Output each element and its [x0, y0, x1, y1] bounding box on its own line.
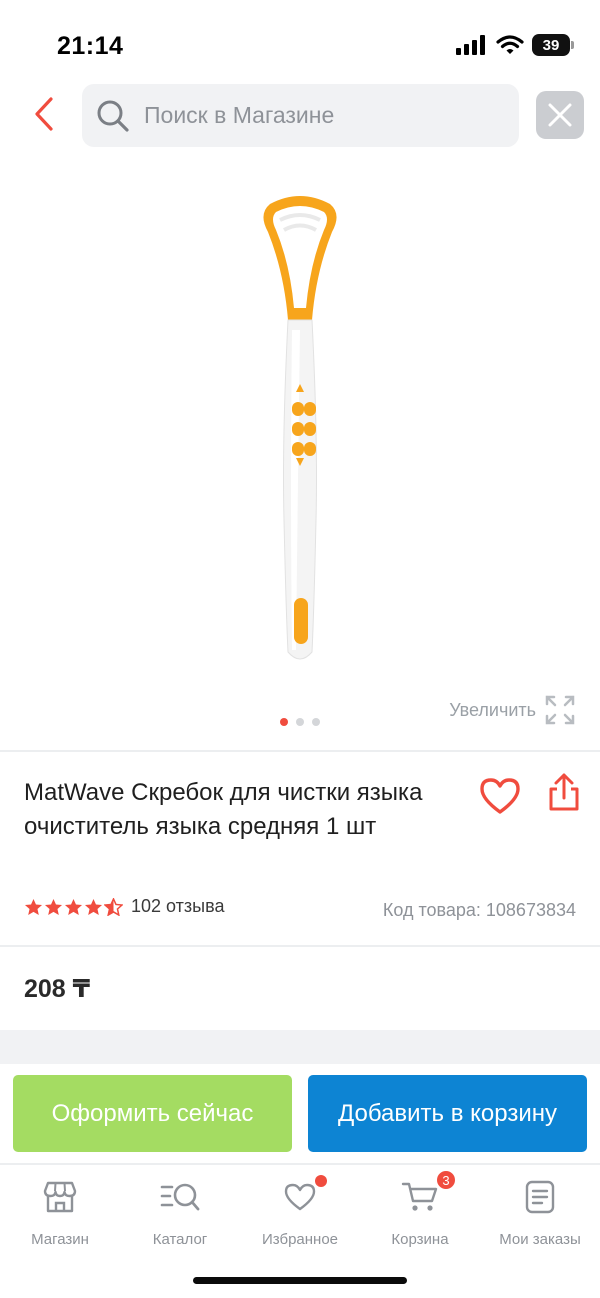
nav-item-favorites[interactable]: Избранное [240, 1175, 360, 1248]
star-half-icon [104, 897, 123, 916]
expand-icon [545, 695, 575, 725]
search-box[interactable] [82, 84, 519, 147]
product-image [263, 196, 337, 660]
close-icon [548, 103, 572, 127]
status-bar: 21:14 39 [0, 0, 600, 80]
header [0, 80, 600, 152]
share-icon [549, 773, 579, 811]
status-icons: 39 [456, 34, 574, 56]
search-icon [97, 100, 129, 132]
orders-icon [525, 1180, 555, 1214]
wifi-icon [496, 35, 524, 54]
nav-item-orders[interactable]: Мои заказы [480, 1177, 600, 1248]
heart-icon [284, 1183, 316, 1211]
nav-label-store: Магазин [31, 1231, 89, 1248]
chevron-left-icon [35, 97, 53, 131]
checkout-now-button[interactable]: Оформить сейчас [13, 1075, 292, 1152]
divider [0, 945, 600, 947]
battery-level: 39 [542, 36, 560, 54]
product-sku: Код товара: 108673834 [382, 900, 576, 920]
pagination-dot[interactable] [312, 718, 320, 726]
star-icon [64, 898, 83, 915]
gallery-pagination [280, 718, 320, 726]
add-to-cart-button[interactable]: Добавить в корзину [308, 1075, 587, 1152]
search-input[interactable] [144, 102, 504, 129]
zoom-label: Увеличить [449, 699, 536, 720]
pagination-dot[interactable] [296, 718, 304, 726]
rating-row[interactable]: 102 отзыва [24, 896, 224, 917]
heart-outline-icon [480, 778, 520, 814]
share-button[interactable] [546, 772, 582, 814]
product-price: 208 ₸ [24, 975, 91, 1003]
add-to-favorites-button[interactable] [478, 776, 522, 816]
nav-item-cart[interactable]: 3 Корзина [360, 1169, 480, 1248]
nav-label-orders: Мои заказы [499, 1231, 581, 1248]
star-icon [44, 898, 63, 915]
cart-icon [401, 1182, 438, 1211]
nav-item-catalog[interactable]: Каталог [120, 1177, 240, 1248]
store-icon [43, 1181, 77, 1213]
nav-item-store[interactable]: Магазин [0, 1177, 120, 1248]
rating-stars [24, 897, 123, 916]
status-time: 21:14 [57, 32, 124, 60]
close-button[interactable] [536, 91, 584, 139]
section-separator [0, 1030, 600, 1064]
nav-label-catalog: Каталог [152, 1231, 208, 1248]
back-button[interactable] [26, 94, 62, 134]
star-icon [24, 898, 43, 915]
favorites-badge-dot [315, 1175, 327, 1187]
home-indicator[interactable] [193, 1277, 407, 1284]
battery-indicator: 39 [532, 34, 574, 56]
star-icon [84, 898, 103, 915]
product-gallery[interactable]: Увеличить [0, 160, 600, 750]
nav-label-favorites: Избранное [261, 1231, 339, 1248]
divider [0, 750, 600, 752]
cellular-signal-icon [456, 35, 485, 55]
reviews-count[interactable]: 102 отзыва [131, 896, 224, 917]
nav-label-cart: Корзина [391, 1231, 449, 1248]
catalog-search-icon [160, 1183, 200, 1211]
zoom-button[interactable]: Увеличить [449, 694, 576, 726]
pagination-dot-active[interactable] [280, 718, 288, 726]
cart-badge-count: 3 [435, 1169, 457, 1191]
product-title: MatWave Скребок для чистки языка очистит… [24, 779, 423, 840]
